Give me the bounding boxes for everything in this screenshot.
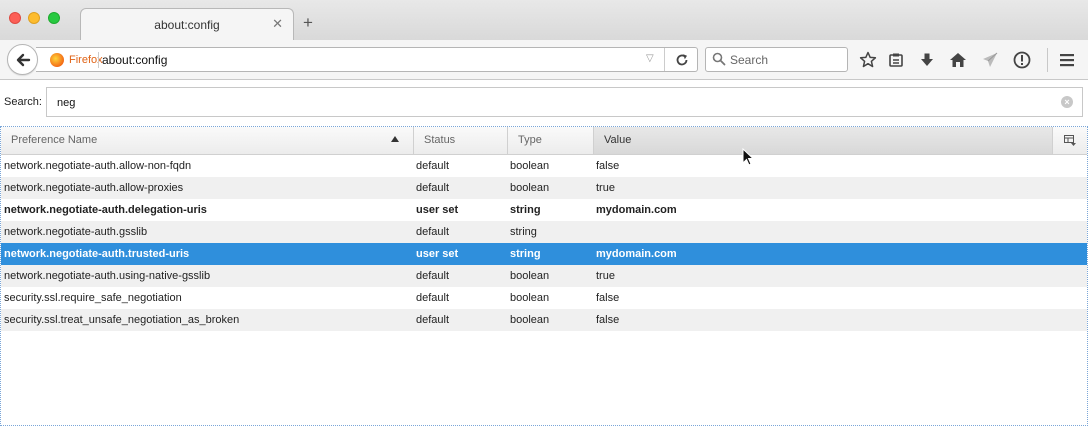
- config-search-row: Search: ×: [0, 81, 1088, 125]
- column-header-value[interactable]: Value: [594, 127, 1053, 154]
- preferences-tree[interactable]: Preference Name Status Type Value networ…: [0, 126, 1088, 426]
- pref-name: network.negotiate-auth.gsslib: [4, 226, 148, 238]
- home-button[interactable]: [948, 50, 968, 70]
- extension-button[interactable]: [1012, 50, 1032, 70]
- reload-icon: [676, 53, 687, 65]
- pref-type: boolean: [510, 270, 550, 282]
- pref-status: user set: [416, 248, 459, 260]
- hamburger-menu-icon: [1060, 54, 1074, 67]
- column-header-preference-name[interactable]: Preference Name: [1, 127, 414, 154]
- column-label: Preference Name: [11, 134, 98, 146]
- tab-close-icon[interactable]: ✕: [272, 16, 283, 32]
- table-row[interactable]: network.negotiate-auth.delegation-uris u…: [1, 199, 1087, 221]
- mouse-cursor-icon: [742, 148, 754, 166]
- pref-type: string: [510, 204, 541, 216]
- tree-header: Preference Name Status Type Value: [1, 127, 1087, 155]
- downloads-button[interactable]: [917, 50, 937, 70]
- table-row[interactable]: security.ssl.require_safe_negotiation de…: [1, 287, 1087, 309]
- pref-type: string: [510, 226, 537, 238]
- pref-status: default: [416, 292, 450, 304]
- history-dropdown-icon[interactable]: ▽: [646, 53, 654, 64]
- home-icon: [950, 53, 966, 67]
- pref-name: security.ssl.require_safe_negotiation: [4, 292, 182, 304]
- firefox-logo-icon: [50, 53, 64, 67]
- filter-input[interactable]: [57, 94, 1047, 111]
- bookmark-button[interactable]: [858, 50, 878, 70]
- reading-list-button[interactable]: [886, 50, 906, 70]
- menu-button[interactable]: [1057, 50, 1077, 70]
- new-tab-icon[interactable]: +: [303, 14, 313, 31]
- search-icon: [712, 52, 726, 66]
- pref-name: network.negotiate-auth.allow-proxies: [4, 182, 184, 194]
- tree-rows: network.negotiate-auth.allow-non-fqdn de…: [1, 155, 1087, 331]
- pref-value: false: [596, 292, 620, 304]
- pref-name: network.negotiate-auth.allow-non-fqdn: [4, 160, 192, 172]
- pref-value: mydomain.com: [596, 248, 677, 260]
- clear-filter-icon[interactable]: ×: [1061, 96, 1073, 108]
- table-row[interactable]: security.ssl.treat_unsafe_negotiation_as…: [1, 309, 1087, 331]
- share-button[interactable]: [980, 50, 1000, 70]
- info-circle-icon: [1013, 51, 1031, 69]
- pref-type: boolean: [510, 314, 550, 326]
- column-label: Value: [604, 134, 632, 146]
- column-header-status[interactable]: Status: [414, 127, 508, 154]
- column-header-type[interactable]: Type: [508, 127, 594, 154]
- reload-button[interactable]: [664, 48, 698, 71]
- pref-status: default: [416, 182, 450, 194]
- pref-type: boolean: [510, 292, 550, 304]
- pref-value: true: [596, 182, 615, 194]
- pref-name: network.negotiate-auth.trusted-uris: [4, 248, 190, 260]
- url-text[interactable]: about:config: [102, 53, 167, 67]
- back-button[interactable]: [7, 44, 38, 75]
- url-bar[interactable]: Firefox about:config ▽: [36, 47, 698, 72]
- url-divider: [98, 52, 99, 68]
- identity-box[interactable]: Firefox: [50, 53, 103, 67]
- search-label: Search:: [4, 96, 42, 108]
- back-arrow-icon: [16, 53, 30, 66]
- tab-strip: about:config ✕ +: [0, 0, 1088, 40]
- table-row[interactable]: network.negotiate-auth.gsslib default st…: [1, 221, 1087, 243]
- search-input[interactable]: [730, 51, 842, 68]
- column-picker-icon: [1064, 135, 1076, 146]
- navigation-toolbar: Firefox about:config ▽: [0, 40, 1088, 80]
- pref-status: default: [416, 270, 450, 282]
- search-bar[interactable]: [705, 47, 848, 72]
- sort-ascending-icon: [391, 136, 399, 142]
- pref-name: network.negotiate-auth.using-native-gssl…: [4, 270, 211, 282]
- pref-value: false: [596, 314, 620, 326]
- tab-about-config[interactable]: about:config ✕: [80, 8, 294, 40]
- window-minimize-button[interactable]: [28, 12, 40, 24]
- column-label: Type: [518, 134, 542, 146]
- pref-name: network.negotiate-auth.delegation-uris: [4, 204, 207, 216]
- pref-name: security.ssl.treat_unsafe_negotiation_as…: [4, 314, 240, 326]
- table-row[interactable]: network.negotiate-auth.allow-non-fqdn de…: [1, 155, 1087, 177]
- filter-box[interactable]: ×: [46, 87, 1083, 117]
- pref-type: boolean: [510, 182, 550, 194]
- window-zoom-button[interactable]: [48, 12, 60, 24]
- tab-title: about:config: [154, 18, 220, 32]
- toolbar-divider: [1047, 48, 1048, 72]
- clipboard-icon: [889, 53, 903, 67]
- pref-value: true: [596, 270, 615, 282]
- download-arrow-icon: [921, 53, 933, 66]
- star-icon: [859, 51, 877, 68]
- pref-type: boolean: [510, 160, 550, 172]
- pref-value: false: [596, 160, 620, 172]
- pref-status: default: [416, 226, 450, 238]
- table-row[interactable]: network.negotiate-auth.trusted-uris user…: [1, 243, 1087, 265]
- column-picker-button[interactable]: [1053, 127, 1087, 154]
- pref-value: mydomain.com: [596, 204, 677, 216]
- pref-status: default: [416, 160, 450, 172]
- table-row[interactable]: network.negotiate-auth.allow-proxies def…: [1, 177, 1087, 199]
- column-label: Status: [424, 134, 456, 146]
- paper-plane-icon: [983, 52, 998, 67]
- pref-status: user set: [416, 204, 459, 216]
- table-row[interactable]: network.negotiate-auth.using-native-gssl…: [1, 265, 1087, 287]
- pref-status: default: [416, 314, 450, 326]
- window-close-button[interactable]: [9, 12, 21, 24]
- pref-type: string: [510, 248, 541, 260]
